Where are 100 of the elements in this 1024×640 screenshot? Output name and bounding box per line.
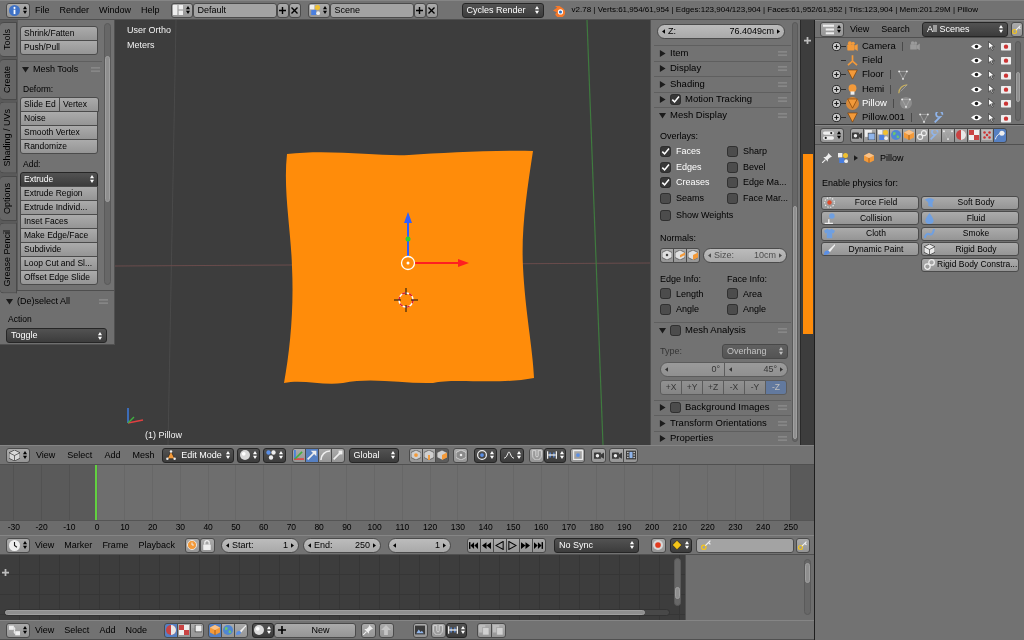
pointer-icon[interactable] bbox=[988, 55, 995, 66]
properties-tab[interactable] bbox=[941, 127, 955, 143]
pin-icon[interactable] bbox=[822, 153, 832, 164]
disclosure-triangle-icon[interactable] bbox=[659, 65, 666, 73]
disclosure-triangle-icon[interactable] bbox=[22, 66, 29, 73]
checkbox[interactable] bbox=[660, 192, 671, 204]
manipulator-toggle[interactable] bbox=[331, 447, 346, 463]
render-image-button[interactable] bbox=[591, 447, 607, 463]
shelf-tab[interactable]: Grease Pencil bbox=[0, 222, 17, 294]
tree-type-toggle[interactable] bbox=[163, 622, 178, 638]
checkbox[interactable] bbox=[660, 177, 671, 189]
checkbox[interactable] bbox=[660, 288, 671, 300]
eye-icon[interactable] bbox=[971, 85, 982, 93]
editor-type-menu[interactable] bbox=[6, 537, 30, 553]
bulb-icon[interactable] bbox=[846, 82, 859, 96]
lock-toggle[interactable] bbox=[199, 537, 215, 553]
scrollbar[interactable] bbox=[804, 559, 811, 615]
expand-icon[interactable] bbox=[832, 98, 841, 108]
panel-title[interactable]: Shading bbox=[670, 78, 705, 90]
axis-toggle[interactable]: +Y bbox=[681, 379, 703, 395]
disclosure-triangle-icon[interactable] bbox=[659, 435, 666, 443]
tool-button[interactable]: Slide Ed bbox=[20, 96, 60, 112]
eye-icon[interactable] bbox=[971, 56, 982, 64]
manipulator-toggle[interactable] bbox=[318, 447, 333, 463]
scene-name-field[interactable]: Scene bbox=[329, 2, 414, 18]
occlude-toggle[interactable] bbox=[453, 447, 469, 463]
physics-button[interactable]: Fluid bbox=[921, 211, 1019, 226]
panel-title[interactable]: Motion Tracking bbox=[685, 94, 753, 106]
preview-range-toggle[interactable] bbox=[184, 537, 200, 553]
display-mode-menu[interactable]: All Scenes bbox=[921, 21, 1008, 37]
properties-tab[interactable] bbox=[954, 127, 968, 143]
properties-tab[interactable] bbox=[980, 127, 994, 143]
keying-toggle[interactable] bbox=[1010, 21, 1023, 37]
properties-tab[interactable] bbox=[902, 127, 916, 143]
properties-tab[interactable] bbox=[876, 127, 890, 143]
layout-name-field[interactable]: Default bbox=[192, 2, 277, 18]
checkbox-label[interactable]: Angle bbox=[743, 304, 767, 315]
keyframe-type-menu[interactable] bbox=[669, 537, 692, 553]
falloff-menu[interactable] bbox=[500, 447, 525, 463]
checkbox[interactable] bbox=[670, 324, 681, 336]
checkbox-label[interactable]: Bevel bbox=[743, 161, 766, 173]
disclosure-triangle-icon[interactable] bbox=[659, 326, 666, 334]
menu-item[interactable]: Node bbox=[120, 624, 152, 636]
menu-item[interactable]: Mesh bbox=[126, 449, 161, 461]
scene-browse-menu[interactable] bbox=[307, 2, 330, 18]
shader-source-toggle[interactable] bbox=[207, 622, 222, 638]
checkbox[interactable] bbox=[660, 146, 671, 158]
menu-item[interactable]: Select bbox=[59, 624, 95, 636]
start-frame-field[interactable]: Start: 1 bbox=[220, 537, 299, 553]
keying-set-field[interactable] bbox=[695, 537, 794, 553]
object-name[interactable]: Floor bbox=[862, 69, 884, 81]
checkbox-label[interactable]: Faces bbox=[676, 146, 701, 157]
checkbox[interactable] bbox=[727, 192, 738, 204]
checkbox[interactable] bbox=[727, 177, 738, 189]
disclosure-triangle-icon[interactable] bbox=[659, 419, 666, 427]
checkbox[interactable] bbox=[660, 161, 671, 173]
menu-item[interactable]: View bbox=[30, 539, 60, 551]
physics-button[interactable]: Collision bbox=[821, 211, 919, 226]
eye-icon[interactable] bbox=[971, 114, 982, 122]
camera-icon[interactable] bbox=[1001, 84, 1011, 95]
axis-toggle[interactable]: -Z bbox=[765, 379, 787, 395]
snap-target-button[interactable] bbox=[570, 447, 586, 463]
snap-toggle[interactable] bbox=[529, 447, 545, 463]
mesh-data-icon[interactable] bbox=[896, 68, 909, 81]
checkbox-label[interactable]: Angle bbox=[676, 304, 700, 315]
eye-icon[interactable] bbox=[971, 99, 982, 107]
camera-icon[interactable] bbox=[1001, 112, 1011, 123]
scrollbar-thumb[interactable] bbox=[675, 587, 680, 599]
pointer-icon[interactable] bbox=[988, 69, 995, 80]
scrollbar-thumb[interactable] bbox=[1016, 72, 1020, 102]
mesh-data-icon[interactable] bbox=[899, 97, 912, 110]
menu-item[interactable]: Help bbox=[136, 4, 165, 16]
tool-button[interactable]: Push/Pull bbox=[20, 40, 98, 55]
shelf-tab[interactable]: Tools bbox=[0, 22, 17, 57]
checkbox[interactable] bbox=[727, 146, 738, 158]
render-animation-button[interactable] bbox=[623, 447, 639, 463]
properties-tab[interactable] bbox=[928, 127, 942, 143]
checkbox[interactable] bbox=[660, 303, 671, 315]
end-frame-field[interactable]: End: 250 bbox=[302, 537, 381, 553]
proportional-edit-menu[interactable] bbox=[474, 447, 498, 463]
menu-item[interactable]: Playback bbox=[133, 539, 180, 551]
tool-button[interactable]: Vertex bbox=[59, 96, 99, 112]
shelf-tab[interactable]: Shading / UVs bbox=[0, 102, 17, 174]
triangle-icon[interactable] bbox=[846, 68, 859, 82]
disclosure-triangle-icon[interactable] bbox=[659, 80, 666, 88]
scrollbar[interactable] bbox=[1015, 41, 1021, 121]
disclosure-triangle-icon[interactable] bbox=[6, 297, 13, 305]
eye-icon[interactable] bbox=[971, 42, 982, 50]
pin-toggle[interactable] bbox=[360, 622, 376, 638]
triangle-icon[interactable] bbox=[846, 111, 859, 125]
editor-type-menu[interactable] bbox=[820, 127, 844, 143]
panel-title[interactable]: Transform Orientations bbox=[670, 417, 767, 429]
pivot-menu[interactable] bbox=[263, 447, 287, 463]
checkbox-label[interactable]: Sharp bbox=[743, 146, 768, 157]
z-location-field[interactable]: Z: 76.4049cm bbox=[657, 24, 785, 39]
analysis-type-menu[interactable]: Overhang bbox=[722, 343, 788, 359]
camera-icon[interactable] bbox=[1001, 55, 1011, 66]
y-axis-handle[interactable] bbox=[405, 236, 411, 242]
insert-key-button[interactable] bbox=[795, 537, 810, 553]
scrollbar[interactable] bbox=[4, 609, 670, 616]
